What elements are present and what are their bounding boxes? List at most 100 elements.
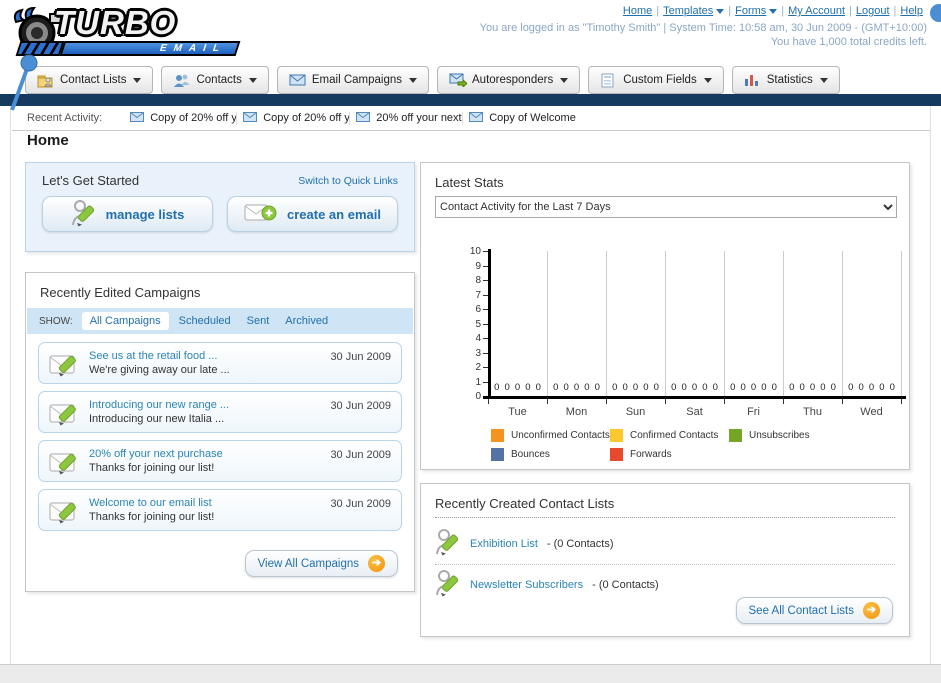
- campaigns-title: Recently Edited Campaigns: [40, 285, 201, 300]
- nav-link-help[interactable]: Help: [900, 5, 923, 17]
- y-axis-label: 8: [475, 275, 481, 286]
- legend-label: Confirmed Contacts: [630, 430, 719, 441]
- nav-separator: |: [849, 5, 852, 17]
- login-info: You are logged in as "Timothy Smith" | S…: [479, 22, 927, 34]
- arrow-circle-icon: ➔: [863, 602, 880, 619]
- contact-list-link[interactable]: Newsletter Subscribers: [470, 579, 583, 591]
- envelope-plus-icon: [244, 201, 278, 228]
- campaign-date: 30 Jun 2009: [330, 351, 391, 363]
- tab-label: Autoresponders: [472, 74, 554, 86]
- campaign-title-link[interactable]: See us at the retail food ...: [89, 350, 217, 362]
- person-pencil-icon: [435, 528, 461, 559]
- bar-value: 0: [494, 382, 500, 393]
- gridline: [842, 251, 843, 396]
- y-axis-label: 2: [475, 362, 481, 373]
- x-axis-tick: [547, 399, 548, 404]
- tab-statistics[interactable]: Statistics: [731, 66, 840, 94]
- campaign-title-link[interactable]: 20% off your next purchase: [89, 448, 223, 460]
- tab-custom-fields[interactable]: Custom Fields: [588, 66, 724, 94]
- bar-value: 0: [553, 382, 559, 393]
- create-an-email-button[interactable]: create an email: [227, 196, 398, 232]
- switch-quick-links-link[interactable]: Switch to Quick Links: [298, 175, 398, 187]
- campaign-row[interactable]: Introducing our new range ... Introducing…: [38, 391, 402, 433]
- bar-value: 0: [820, 382, 826, 393]
- x-axis-label: Sat: [686, 406, 703, 418]
- nav-separator: |: [893, 5, 897, 17]
- filter-sent[interactable]: Sent: [247, 315, 270, 327]
- logo-title: TURBO: [54, 4, 177, 41]
- y-axis-label: 5: [475, 318, 481, 330]
- campaign-subtitle: Thanks for joining our list!: [89, 511, 215, 523]
- bar-value: 0: [653, 382, 659, 393]
- show-label: SHOW:: [39, 315, 73, 327]
- contact-list-item[interactable]: Exhibition List - (0 Contacts): [435, 524, 895, 565]
- y-axis-label: 4: [475, 333, 481, 344]
- tab-email-campaigns[interactable]: Email Campaigns: [276, 66, 429, 94]
- person-pencil-icon: [435, 569, 461, 600]
- chevron-down-icon: [703, 77, 712, 83]
- tab-label: Contact Lists: [60, 74, 127, 86]
- manage-lists-button[interactable]: manage lists: [42, 196, 213, 232]
- tab-autoresponders[interactable]: Autoresponders: [437, 66, 581, 94]
- nav-link-my-account[interactable]: My Account: [788, 5, 845, 17]
- bar-value: 0: [830, 382, 836, 393]
- bar-chart-icon: [744, 73, 761, 88]
- legend-label: Bounces: [511, 449, 550, 460]
- contact-activity-chart: 0 1 2 3 4 5 6 7 8 9 10 0 0 0 0 0 Tue 0 0 0 0 0 Mon 0 0 0 0 0 Sun 0 0 0 0…: [421, 163, 911, 471]
- legend-swatch: [610, 448, 623, 461]
- chevron-down-icon: [560, 77, 569, 83]
- filter-all-campaigns[interactable]: All Campaigns: [81, 312, 169, 330]
- bar-value-labels: 00000: [489, 382, 546, 393]
- bar-value: 0: [632, 382, 639, 393]
- bar-value: 0: [730, 382, 736, 393]
- campaign-row[interactable]: See us at the retail food ... We're givin…: [38, 342, 402, 384]
- chevron-down-icon: [133, 77, 142, 83]
- legend-swatch: [610, 429, 623, 442]
- bar-value: 0: [622, 382, 628, 393]
- nav-separator: |: [656, 5, 660, 17]
- legend-item-confirmed-contacts: Confirmed Contacts: [610, 429, 729, 442]
- campaign-row[interactable]: 20% off your next purchase Thanks for joi…: [38, 440, 402, 482]
- campaign-row[interactable]: Welcome to our email list Thanks for join…: [38, 489, 402, 531]
- bar-value: 0: [612, 382, 618, 393]
- page-footer: [0, 664, 941, 683]
- envelope-arrow-icon: [449, 73, 468, 88]
- nav-link-home[interactable]: Home: [623, 5, 652, 17]
- tab-label: Email Campaigns: [311, 74, 402, 86]
- campaign-text: Introducing our new range ... Introducing…: [89, 398, 330, 426]
- filter-scheduled[interactable]: Scheduled: [179, 315, 231, 327]
- bar-value-labels: 00000: [548, 382, 605, 393]
- annotation-dot: [930, 4, 941, 22]
- x-axis-tick: [901, 399, 902, 404]
- filter-archived[interactable]: Archived: [285, 315, 328, 327]
- app-logo: TURBO EMAIL: [8, 2, 258, 111]
- contact-lists-title: Recently Created Contact Lists: [435, 496, 615, 511]
- y-axis-label: 0: [475, 391, 481, 402]
- gridline: [606, 251, 607, 396]
- page-title: Home: [27, 132, 69, 149]
- gridline: [547, 251, 548, 396]
- nav-link-logout[interactable]: Logout: [856, 5, 890, 17]
- x-axis-tick: [842, 399, 843, 404]
- campaign-title-link[interactable]: Introducing our new range ...: [89, 399, 229, 411]
- envelope-pencil-icon: [49, 449, 89, 480]
- x-axis-label: Fri: [747, 406, 760, 418]
- bar-value: 0: [771, 382, 777, 393]
- contact-list-link[interactable]: Exhibition List: [470, 538, 538, 550]
- annotation-pin-icon: [10, 54, 38, 111]
- nav-link-templates[interactable]: Templates: [663, 5, 725, 17]
- nav-link-forms[interactable]: Forms: [735, 5, 778, 17]
- tab-contact-lists[interactable]: Contact Lists: [25, 66, 154, 94]
- logo-subtitle: EMAIL: [59, 41, 241, 56]
- tab-contacts[interactable]: Contacts: [161, 66, 269, 94]
- see-all-contact-lists-button[interactable]: See All Contact Lists ➔: [735, 597, 893, 624]
- view-all-campaigns-button[interactable]: View All Campaigns ➔: [244, 550, 398, 577]
- top-nav: Home | Templates | Forms | My Account | Logout | H…: [619, 5, 927, 17]
- gridline: [665, 251, 666, 396]
- credits-info: You have 1,000 total credits left.: [770, 36, 927, 48]
- button-label: create an email: [287, 206, 381, 222]
- legend-label: Unconfirmed Contacts: [511, 430, 610, 441]
- x-axis-tick: [724, 399, 725, 404]
- campaign-title-link[interactable]: Welcome to our email list: [89, 497, 212, 509]
- x-axis-tick: [783, 399, 784, 404]
